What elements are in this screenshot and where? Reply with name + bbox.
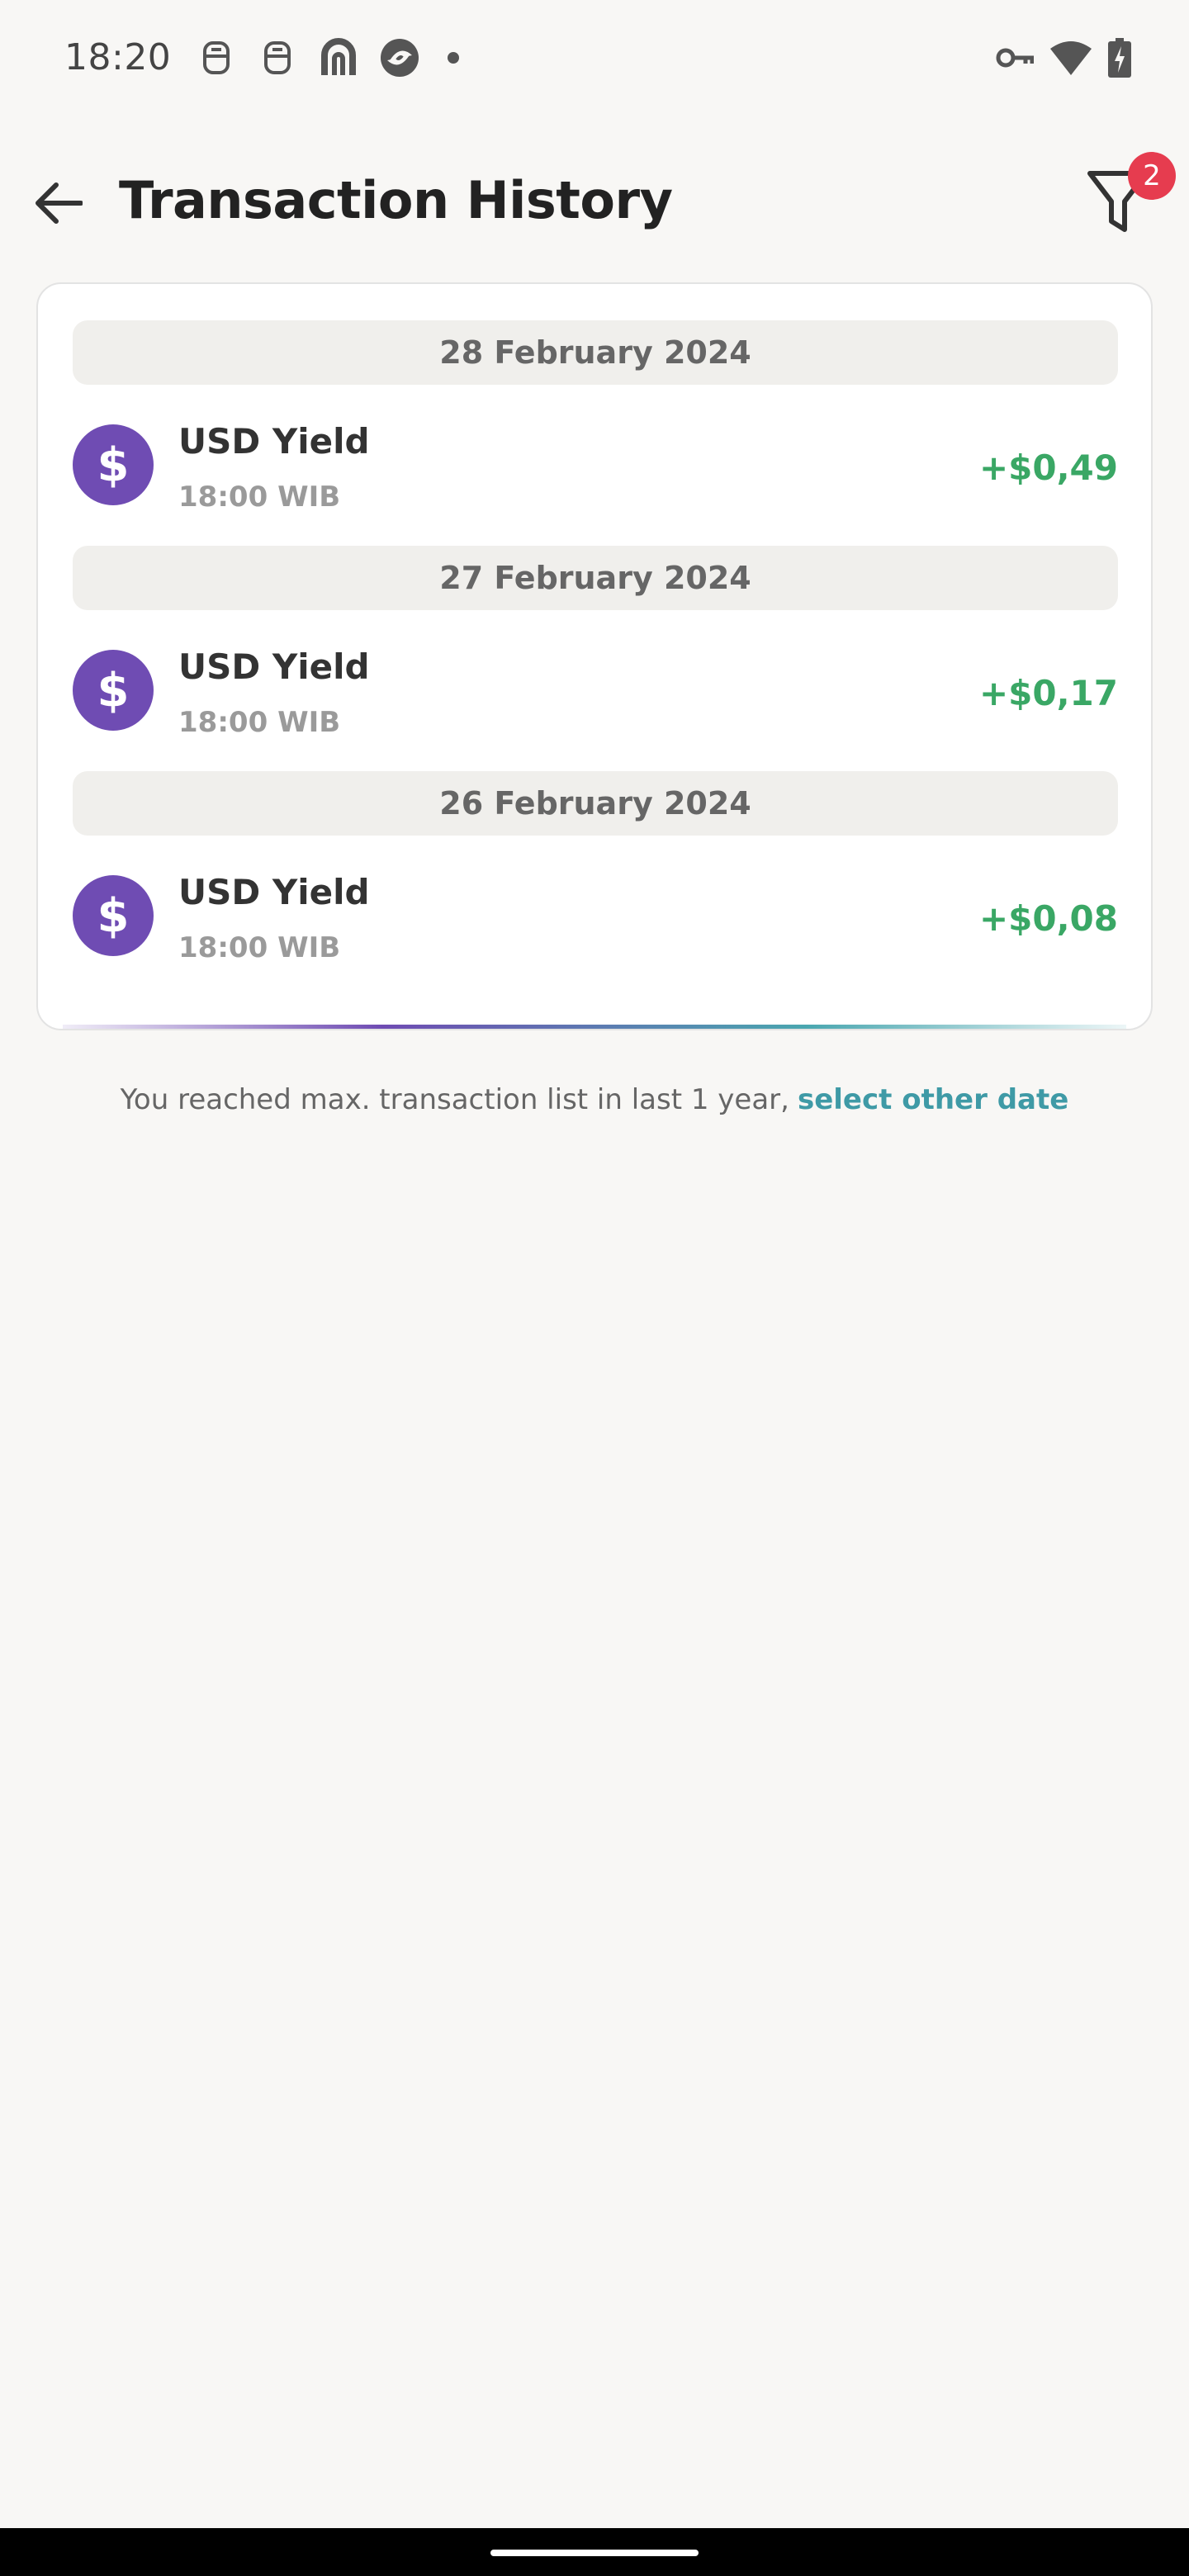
home-indicator[interactable]	[490, 2550, 699, 2556]
transaction-amount: +$0,08	[978, 898, 1118, 939]
app-logo-icon	[317, 36, 360, 79]
vpn-key-icon	[996, 45, 1035, 73]
arrow-left-icon	[36, 182, 83, 224]
dollar-icon: $	[73, 424, 154, 505]
back-button[interactable]	[28, 173, 88, 233]
max-list-note: You reached max. transaction list in las…	[0, 1083, 1189, 1116]
status-system-icons	[996, 38, 1131, 81]
transaction-item[interactable]: $ USD Yield 18:00 WIB +$0,17	[73, 630, 1118, 746]
filter-count-badge: 2	[1128, 152, 1176, 200]
status-notification-icons	[195, 36, 459, 79]
transaction-time: 18:00 WIB	[178, 931, 341, 964]
filter-button[interactable]: 2	[1078, 152, 1176, 243]
transaction-amount: +$0,17	[978, 673, 1118, 713]
transaction-list-card: 28 February 2024 $ USD Yield 18:00 WIB +…	[36, 282, 1153, 1030]
transaction-time: 18:00 WIB	[178, 481, 341, 514]
more-notifications-dot	[448, 52, 459, 64]
date-header: 27 February 2024	[73, 546, 1118, 610]
transaction-title: USD Yield	[178, 872, 370, 912]
dollar-icon: $	[73, 875, 154, 956]
select-other-date-link[interactable]: select other date	[798, 1083, 1068, 1116]
transaction-item[interactable]: $ USD Yield 18:00 WIB +$0,08	[73, 855, 1118, 971]
date-header: 28 February 2024	[73, 320, 1118, 385]
transaction-title: USD Yield	[178, 646, 370, 687]
battery-charging-icon	[1108, 38, 1131, 81]
status-bar: 18:20	[0, 0, 1189, 124]
transaction-title: USD Yield	[178, 421, 370, 462]
date-header: 26 February 2024	[73, 771, 1118, 836]
app-logo-icon	[378, 36, 421, 79]
transaction-item[interactable]: $ USD Yield 18:00 WIB +$0,49	[73, 405, 1118, 520]
page-title: Transaction History	[119, 170, 673, 230]
max-list-note-text: You reached max. transaction list in las…	[120, 1083, 789, 1116]
app-header: Transaction History 2	[0, 140, 1189, 264]
transaction-time: 18:00 WIB	[178, 706, 341, 739]
transaction-amount: +$0,49	[978, 447, 1118, 488]
notification-app-icon	[195, 36, 238, 79]
card-accent-line	[63, 1025, 1126, 1029]
wifi-icon	[1050, 40, 1092, 78]
dollar-icon: $	[73, 650, 154, 731]
status-time: 18:20	[64, 36, 172, 78]
notification-app-icon	[256, 36, 299, 79]
